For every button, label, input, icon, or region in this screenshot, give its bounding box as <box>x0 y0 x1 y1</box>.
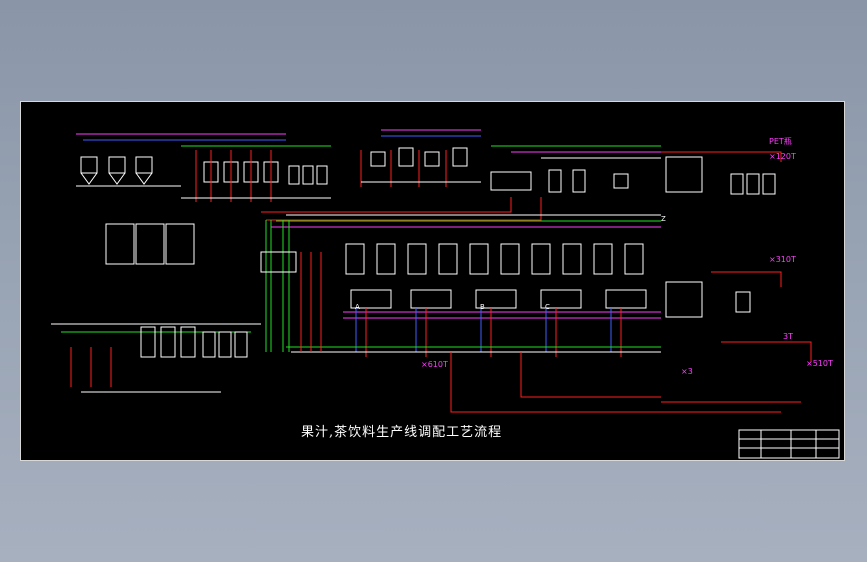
process-flow-diagram <box>51 129 840 459</box>
capacity-label-510t: ×510T <box>806 359 833 368</box>
drawing-title: 果汁,茶饮料生产线调配工艺流程 <box>301 425 503 440</box>
capacity-label-310t: ×310T <box>769 255 796 264</box>
line-a-label: A <box>355 303 360 311</box>
capacity-label-3t: 3T <box>783 332 793 341</box>
vertical-feed-lines <box>260 220 322 352</box>
title-block-grid <box>738 429 840 459</box>
line-b-label: B <box>480 303 485 311</box>
z-line-label: Z <box>661 215 666 223</box>
filling-stations <box>450 151 812 413</box>
control-panels <box>105 223 195 265</box>
z-header <box>271 214 661 228</box>
storage-tanks-row <box>345 243 644 275</box>
left-processing-skid <box>51 323 261 393</box>
count-label-3: ×3 <box>681 367 693 376</box>
mixing-tanks-group-1 <box>181 150 331 202</box>
cad-drawing-canvas: PET瓶 ×120T ×310T 3T ×510T ×610T ×3 Z A B… <box>20 101 845 461</box>
buffer-tanks <box>261 169 629 221</box>
mixing-tanks-group-2 <box>360 147 481 187</box>
top-header-pipes <box>76 129 661 159</box>
raw-material-tanks <box>76 156 181 187</box>
capacity-label-12t: ×120T <box>769 152 796 161</box>
capacity-label-610t: ×610T <box>421 360 448 369</box>
line-c-label: C <box>545 303 550 311</box>
pet-bottle-label: PET瓶 <box>769 137 792 146</box>
manifold-blocks <box>286 289 661 357</box>
